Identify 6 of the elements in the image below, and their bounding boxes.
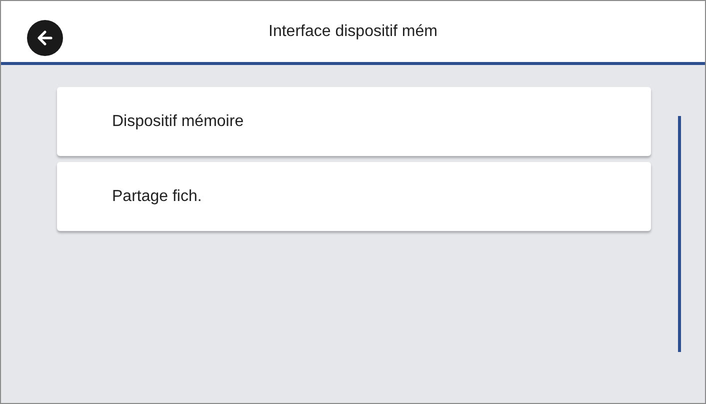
screen-title: Interface dispositif mém bbox=[268, 22, 438, 42]
scrollbar[interactable] bbox=[678, 116, 681, 352]
back-arrow-icon bbox=[35, 28, 55, 48]
menu-item[interactable]: Partage fich. bbox=[57, 162, 651, 231]
back-button[interactable] bbox=[27, 20, 63, 56]
menu-item[interactable]: Dispositif mémoire bbox=[57, 87, 651, 156]
